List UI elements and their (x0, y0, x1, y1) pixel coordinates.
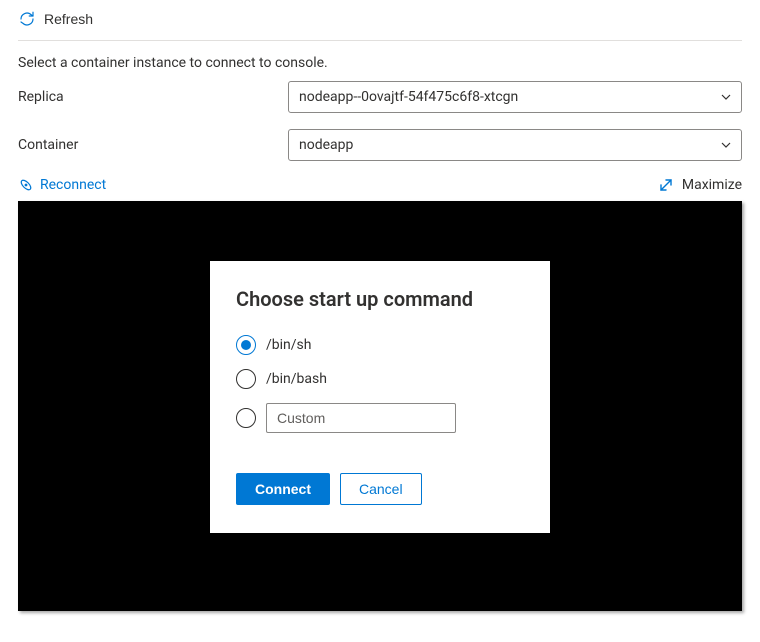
startup-command-radio-group: /bin/sh /bin/bash (236, 335, 524, 447)
replica-select[interactable]: nodeapp--0ovajtf-54f475c6f8-xtcgn (288, 81, 742, 113)
container-select-value: nodeapp (299, 137, 353, 153)
connect-button[interactable]: Connect (236, 473, 330, 505)
reconnect-label: Reconnect (40, 177, 106, 193)
dialog-actions: Connect Cancel (236, 473, 524, 505)
refresh-icon (18, 10, 36, 28)
maximize-button[interactable]: Maximize (658, 177, 742, 193)
reconnect-icon (18, 177, 34, 193)
reconnect-button[interactable]: Reconnect (18, 177, 106, 193)
replica-select-value: nodeapp--0ovajtf-54f475c6f8-xtcgn (299, 89, 518, 105)
refresh-button[interactable]: Refresh (18, 10, 93, 28)
radio-option-bash[interactable]: /bin/bash (236, 369, 524, 389)
container-label: Container (18, 137, 288, 153)
container-select[interactable]: nodeapp (288, 129, 742, 161)
dialog-title: Choose start up command (236, 287, 524, 311)
replica-row: Replica nodeapp--0ovajtf-54f475c6f8-xtcg… (18, 81, 742, 113)
startup-command-dialog: Choose start up command /bin/sh /bin/bas… (210, 261, 550, 533)
instruction-text: Select a container instance to connect t… (18, 55, 742, 71)
replica-label: Replica (18, 89, 288, 105)
radio-option-custom[interactable] (236, 403, 524, 433)
radio-label-bash: /bin/bash (266, 371, 327, 387)
console-area: Choose start up command /bin/sh /bin/bas… (18, 201, 742, 611)
page-toolbar: Refresh (18, 10, 742, 41)
console-toolbar: Reconnect Maximize (18, 177, 742, 193)
radio-dot-icon (241, 340, 251, 350)
container-row: Container nodeapp (18, 129, 742, 161)
radio-option-sh[interactable]: /bin/sh (236, 335, 524, 355)
maximize-label: Maximize (682, 177, 742, 193)
radio-indicator (236, 408, 256, 428)
radio-label-sh: /bin/sh (266, 337, 312, 353)
maximize-icon (658, 177, 674, 193)
cancel-button[interactable]: Cancel (340, 473, 422, 505)
custom-command-input[interactable] (266, 403, 456, 433)
refresh-label: Refresh (44, 11, 93, 27)
radio-indicator (236, 335, 256, 355)
radio-indicator (236, 369, 256, 389)
